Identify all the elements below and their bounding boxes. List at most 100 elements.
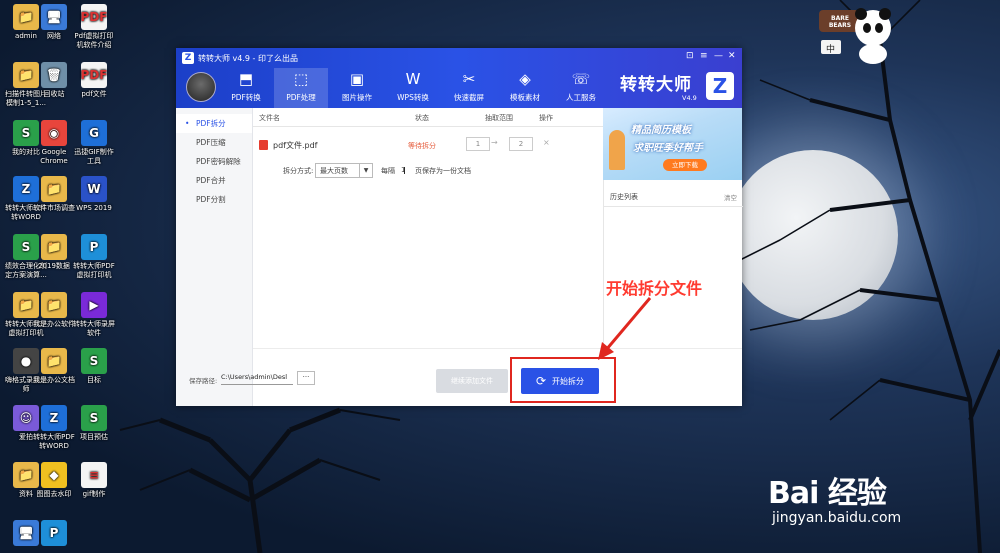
desktop-icon[interactable]: 📁 软件市场调查 — [32, 176, 76, 213]
desktop-icon[interactable]: 📁 我是办公文档 — [32, 348, 76, 385]
desktop-icon-label: 我是办公软件 — [33, 320, 75, 328]
col-filename: 文件名 — [259, 114, 280, 122]
desktop-icon-label: WPS 2019 — [76, 204, 112, 212]
pdf-file-icon — [259, 140, 268, 150]
split-mode-select[interactable]: 最大页数 ▼ — [315, 163, 373, 178]
col-status: 状态 — [415, 114, 429, 122]
skin-icon[interactable]: ⊡ — [686, 51, 694, 61]
every-label: 每隔 — [381, 167, 395, 175]
desktop-app-icon: ≡ — [81, 462, 107, 488]
desktop-app-icon: PDF — [81, 4, 107, 30]
desktop-app-icon: ◆ — [41, 462, 67, 488]
chevron-down-icon: ▼ — [359, 164, 372, 177]
split-mode-value: 最大页数 — [320, 167, 348, 175]
split-options: 拆分方式: 最大页数 ▼ 每隔 1 页保存为一份文档 — [253, 162, 603, 180]
history-clear-link[interactable]: 清空 — [724, 192, 737, 202]
nav-image-ops[interactable]: ▣ 图片操作 — [330, 68, 384, 108]
desktop-icon[interactable]: 🗑 回收站 — [32, 62, 76, 99]
desktop-icon-label: 转转大师PDF转WORD — [33, 433, 75, 450]
ad-line-2: 求职旺季好帮手 — [633, 143, 703, 154]
range-to-input[interactable]: 2 — [509, 137, 533, 151]
desktop-app-icon: P — [41, 520, 67, 546]
brand-name: 转转大师 — [620, 75, 692, 95]
scissors-icon: ✂ — [462, 70, 476, 88]
ad-figure — [609, 130, 625, 170]
pdf-process-icon: ⬚ — [293, 70, 309, 88]
baidu-jingyan-logo: Bai 经验 — [768, 476, 887, 511]
desktop-icon[interactable]: G 迅捷GIF制作工具 — [72, 120, 116, 166]
desktop-icon[interactable]: ▶ 转转大师录屏软件 — [72, 292, 116, 338]
desktop-icon[interactable]: S 目标 — [72, 348, 116, 385]
desktop-icon-label: 转转大师录屏软件 — [73, 320, 115, 337]
file-name: pdf文件.pdf — [273, 141, 318, 150]
headset-icon: ☏ — [571, 70, 591, 88]
sidebar-item-pdf-divide[interactable]: PDF分割 — [176, 190, 252, 209]
desktop-icon[interactable]: P — [32, 520, 76, 548]
desktop-app-icon: ▶ — [81, 292, 107, 318]
save-path-input[interactable]: C:\Users\admin\Desl — [221, 373, 293, 385]
widget-lang-label: 中 — [826, 45, 836, 55]
close-button[interactable]: ✕ — [728, 51, 736, 61]
desktop-icon-label: 回收站 — [43, 90, 65, 98]
desktop-icon[interactable]: 📁 2019数据 — [32, 234, 76, 271]
desktop-icon[interactable]: ◉ Google Chrome — [32, 120, 76, 166]
desktop-icon[interactable]: PDF pdf文件 — [72, 62, 116, 99]
wps-icon: W — [405, 70, 421, 88]
desktop-icon[interactable]: ≡ gif制作 — [72, 462, 116, 499]
desktop-icon[interactable]: P 转转大师PDF虚拟打印机 — [72, 234, 116, 280]
sidebar-item-pdf-merge[interactable]: PDF合并 — [176, 171, 252, 190]
browse-button[interactable]: ··· — [297, 371, 315, 385]
sidebar-item-pdf-unlock[interactable]: PDF密码解除 — [176, 152, 252, 171]
desktop-app-icon: W — [81, 176, 107, 202]
every-suffix-label: 页保存为一份文档 — [415, 167, 471, 175]
nav-wps-convert[interactable]: W WPS转换 — [386, 68, 440, 108]
nav-label: PDF处理 — [286, 93, 316, 102]
brand-logo-icon: Z — [706, 72, 734, 100]
add-files-button[interactable]: 继续添加文件 — [436, 369, 508, 393]
desktop-icon-label: pdf文件 — [81, 90, 107, 98]
desktop-icon-label: 转转大师PDF虚拟打印机 — [73, 262, 115, 279]
col-range: 抽取范围 — [485, 114, 513, 122]
desktop-icon[interactable]: ◆ 图图去水印 — [32, 462, 76, 499]
ad-download-button[interactable]: 立即下载 — [663, 159, 707, 171]
range-from-input[interactable]: 1 — [466, 137, 490, 151]
desktop-icon-label: 我是办公文档 — [33, 376, 75, 384]
nav-support[interactable]: ☏ 人工服务 — [554, 68, 608, 108]
version-label: V4.9 — [682, 94, 697, 102]
desktop-icon-label: 目标 — [87, 376, 101, 384]
desktop-icon[interactable]: W WPS 2019 — [72, 176, 116, 213]
nav-templates[interactable]: ◈ 模板素材 — [498, 68, 552, 108]
desktop-icon[interactable]: Z 转转大师PDF转WORD — [32, 405, 76, 451]
sidebar: PDF拆分 PDF压缩 PDF密码解除 PDF合并 PDF分割 — [176, 108, 253, 406]
pdf-convert-icon: ⬒ — [238, 70, 254, 88]
minimize-button[interactable]: — — [714, 51, 723, 61]
nav-screenshot[interactable]: ✂ 快速截屏 — [442, 68, 496, 108]
sidebar-item-pdf-compress[interactable]: PDF压缩 — [176, 133, 252, 152]
desktop-icon[interactable]: PDF Pdf虚拟打印机软件介绍 — [72, 4, 116, 50]
nav-label: 人工服务 — [566, 93, 596, 102]
desktop-icon-label: 2019数据 — [38, 262, 70, 270]
nav-pdf-convert[interactable]: ⬒ PDF转换 — [219, 68, 273, 108]
desktop-icon[interactable]: S 项目预估 — [72, 405, 116, 442]
desktop-app-icon: 📁 — [41, 176, 67, 202]
table-row[interactable]: pdf文件.pdf 等待拆分 1 → 2 × — [253, 130, 603, 158]
window-title: 转转大师 v4.9 - 印了么出品 — [198, 53, 298, 63]
desktop-icon[interactable]: 📁 我是办公软件 — [32, 292, 76, 329]
nav-label: 图片操作 — [342, 93, 372, 102]
save-path-label: 保存路径: — [189, 377, 218, 385]
ad-line-1: 精品简历模板 — [631, 125, 691, 136]
user-avatar[interactable] — [186, 72, 216, 102]
menu-icon[interactable]: ≡ — [700, 51, 708, 61]
desktop-icon-label: 软件市场调查 — [33, 204, 75, 212]
desktop-app-icon: 🖥 — [41, 4, 67, 30]
remove-file-icon[interactable]: × — [543, 138, 550, 147]
history-title: 历史列表 — [610, 193, 638, 201]
nav-label: PDF转换 — [231, 93, 261, 102]
title-bar: Z 转转大师 v4.9 - 印了么出品 — [182, 52, 298, 64]
nav-pdf-process[interactable]: ⬚ PDF处理 — [274, 68, 328, 108]
ad-banner[interactable]: 精品简历模板 求职旺季好帮手 立即下载 — [603, 108, 742, 180]
sidebar-item-pdf-split[interactable]: PDF拆分 — [176, 114, 252, 133]
desktop-app-icon: ◉ — [41, 120, 67, 146]
bare-bears-widget[interactable]: BARE BEARS 中 — [815, 2, 895, 64]
desktop-icon[interactable]: 🖥 网络 — [32, 4, 76, 41]
